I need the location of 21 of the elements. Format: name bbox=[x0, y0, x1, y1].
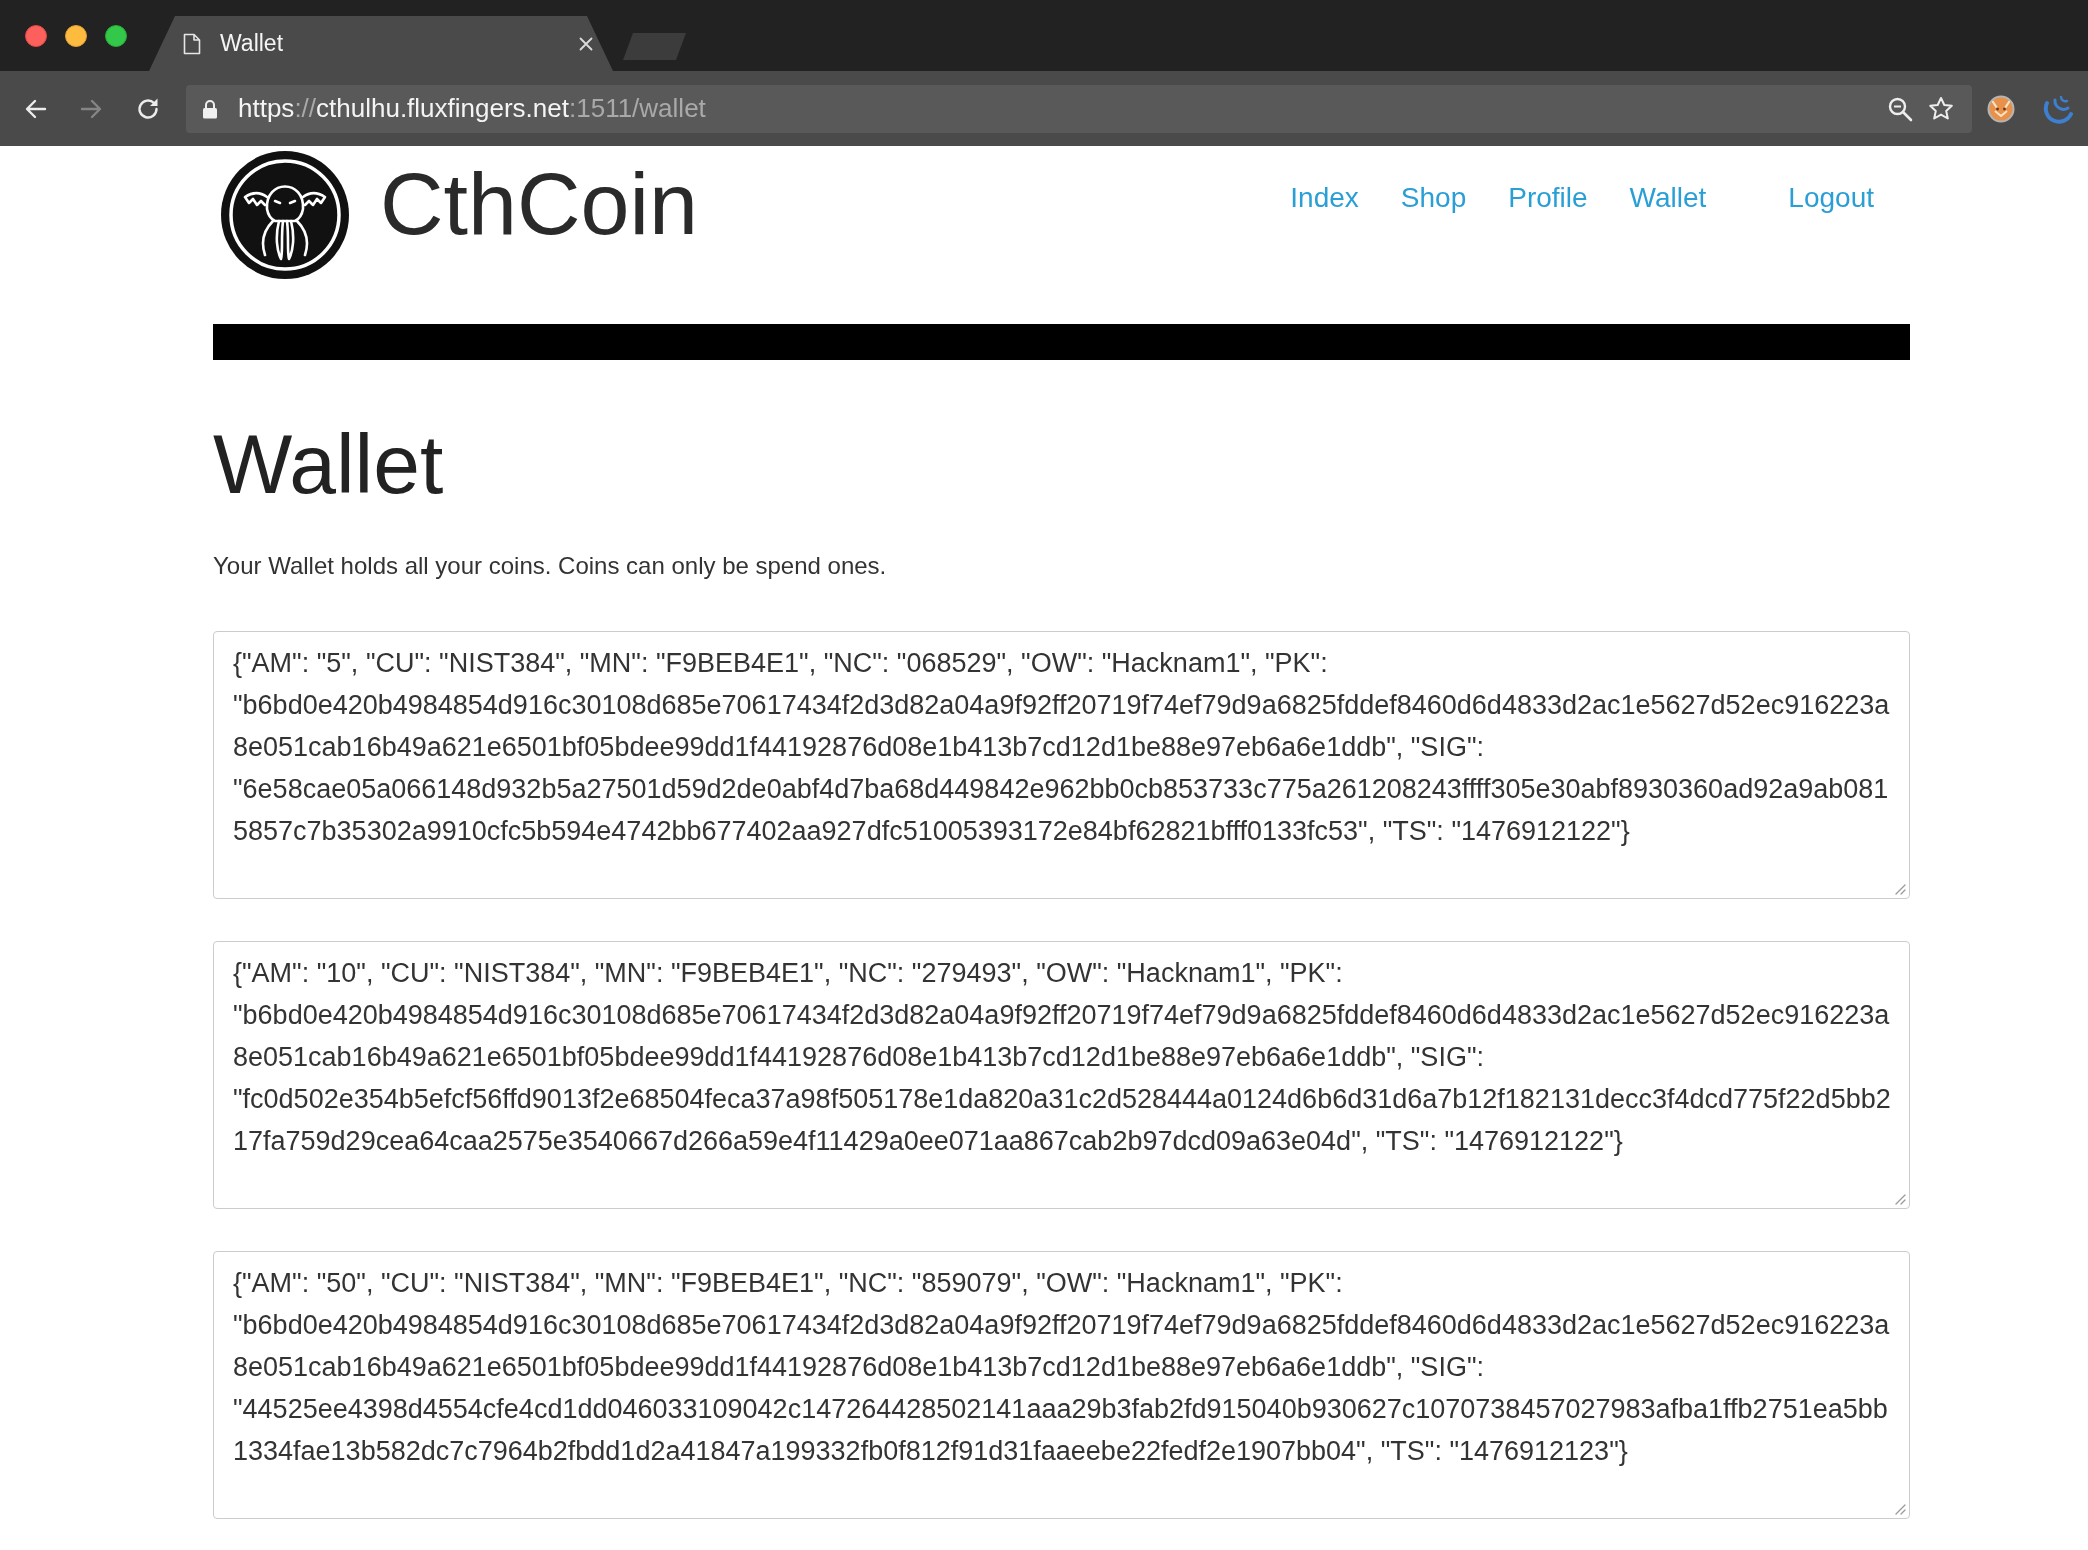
page-title: Wallet bbox=[213, 422, 445, 506]
close-window-button[interactable] bbox=[25, 25, 47, 47]
creature-logo[interactable] bbox=[221, 151, 349, 279]
page-icon bbox=[183, 32, 201, 55]
site-title[interactable]: CthCoin bbox=[380, 160, 698, 248]
resize-grip-icon[interactable] bbox=[1894, 1503, 1906, 1515]
address-field[interactable]: https://cthulhu.fluxfingers.net:1511/wallet bbox=[186, 84, 1972, 133]
maximize-window-button[interactable] bbox=[105, 25, 127, 47]
intro-text: Your Wallet holds all your coins. Coins can only be spend ones. bbox=[213, 551, 888, 581]
close-icon[interactable] bbox=[579, 36, 593, 51]
minimize-window-button[interactable] bbox=[65, 25, 87, 47]
star-icon[interactable] bbox=[1928, 95, 1954, 122]
resize-grip-icon[interactable] bbox=[1894, 1193, 1906, 1205]
fox-badge-icon[interactable] bbox=[1987, 94, 2015, 123]
resize-grip-icon[interactable] bbox=[1894, 883, 1906, 895]
lock-icon bbox=[202, 98, 218, 119]
browser-tab[interactable]: Wallet bbox=[149, 16, 613, 71]
coin-data-field[interactable]: {"AM": "5", "CU": "NIST384", "MN": "F9BEB4E1", "NC": "068529", "OW": "Hacknam1", "PK": "b6bd0e420b4984854d916c30108d685e70617434f2d3d82a04a9f92ff20719f74ef79d9a6825fddef8460d6d4833d2ac1e5627d52ec916223a8e051cab16b49a621e6501bf05bdee99dd1f44192876d08e1b413b7cd12d1be88e97eb6a6e1ddb", "SIG": "6e58cae05a066148d932b5a27501d59d2de0abf4d7ba68d449842e962bb0cb853733c775a261208243ffff305e30abf8930360ad92a9ab0815857c7b35302a9910cfc5b594e4742bb677402aa927dfc51005393172e84bf62821bfff0133fc53", "TS": "1476912122"} bbox=[213, 631, 1910, 899]
coin-data-field[interactable]: {"AM": "50", "CU": "NIST384", "MN": "F9BEB4E1", "NC": "859079", "OW": "Hacknam1", "PK": "b6bd0e420b4984854d916c30108d685e70617434f2d3d82a04a9f92ff20719f74ef79d9a6825fddef8460d6d4833d2ac1e5627d52ec916223a8e051cab16b49a621e6501bf05bdee99dd1f44192876d08e1b413b7cd12d1be88e97eb6a6e1ddb", "SIG": "44525ee4398d4554cfe4cd1dd046033109042c147264428502141aaa29b3fab2fd915040b930627c1070738457027983afba1ffb2751ea5bb1334fae13b582dc7c7964b2fbdd1d2a41847a199332fb0f812f91d31faaeebe22fedf2e1907bb04", "TS": "1476912123"} bbox=[213, 1251, 1910, 1519]
magnifier-icon[interactable] bbox=[1887, 95, 1913, 122]
coin-data-field[interactable]: {"AM": "10", "CU": "NIST384", "MN": "F9BEB4E1", "NC": "279493", "OW": "Hacknam1", "PK": "b6bd0e420b4984854d916c30108d685e70617434f2d3d82a04a9f92ff20719f74ef79d9a6825fddef8460d6d4833d2ac1e5627d52ec916223a8e051cab16b49a621e6501bf05bdee99dd1f44192876d08e1b413b7cd12d1be88e97eb6a6e1ddb", "SIG": "fc0d502e354b5efcf56ffd9013f2e68504feca37a98f505178e1da820a31c2d528444a0124d6b6d31d6a7b12f182131decc3f4dcd775f22d5bb217fa759d29cea64caa2575e3540667d266a59e4f11429a0ee071aa867cab2b97dcd09a63e04d", "TS": "1476912122"} bbox=[213, 941, 1910, 1209]
